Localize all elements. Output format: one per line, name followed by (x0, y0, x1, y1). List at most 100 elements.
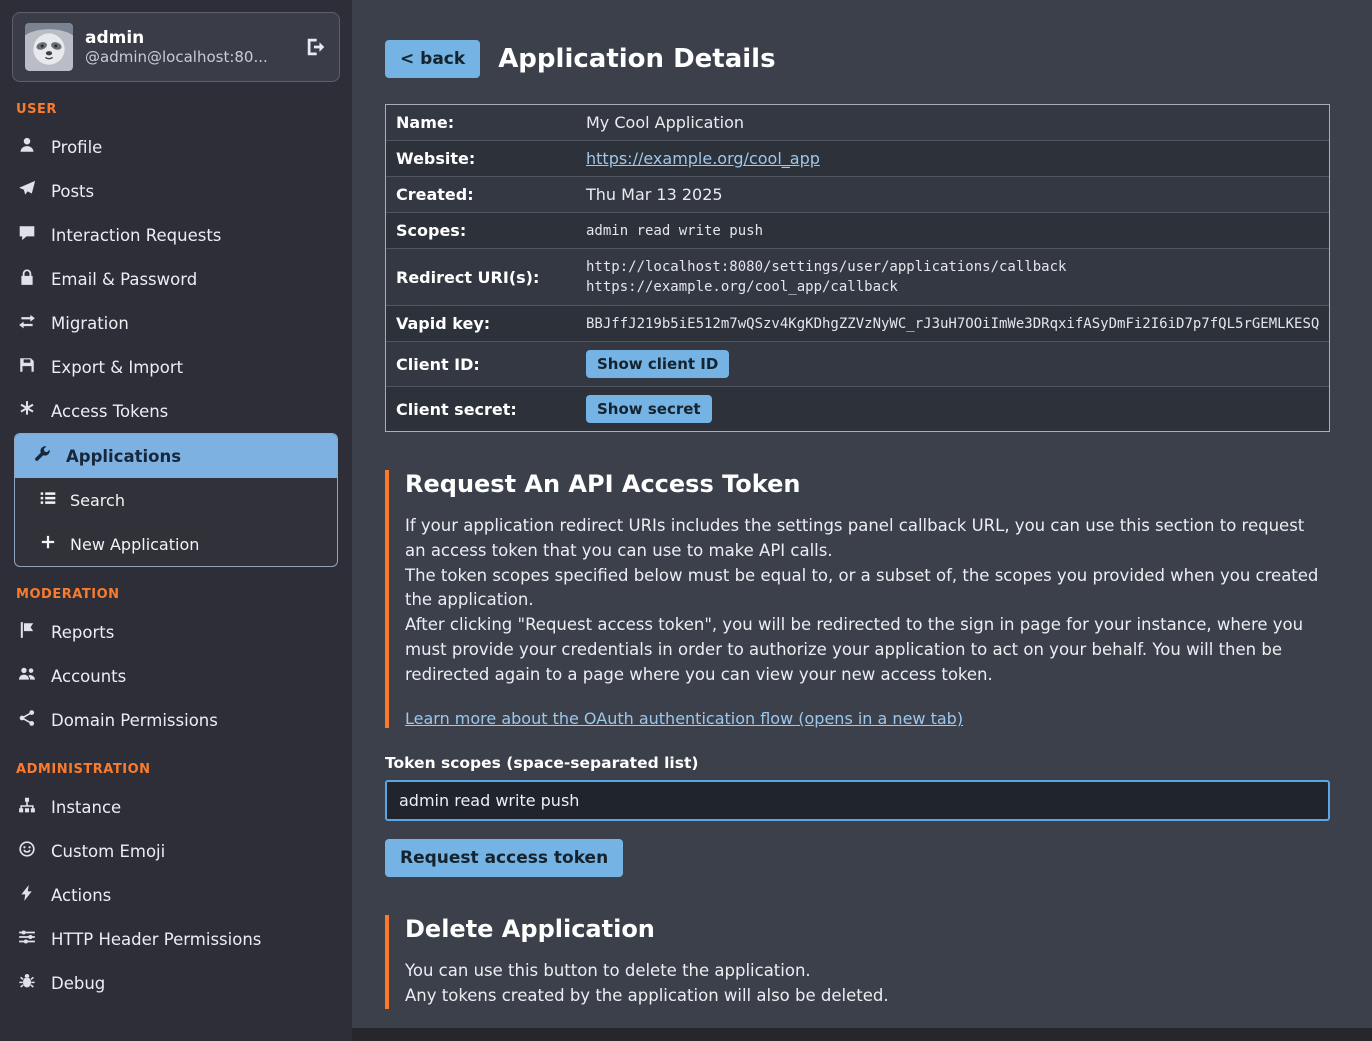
table-row-scopes: Scopes: admin read write push (386, 213, 1329, 249)
person-icon (18, 136, 36, 158)
sidebar-item-new-application[interactable]: New Application (15, 522, 337, 566)
sidebar-item-interaction-requests[interactable]: Interaction Requests (0, 213, 352, 257)
sidebar-item-label: Migration (51, 314, 129, 333)
section-paragraph: After clicking "Request access token", y… (405, 613, 1330, 687)
sidebar-item-posts[interactable]: Posts (0, 169, 352, 213)
show-client-id-button[interactable]: Show client ID (586, 350, 729, 378)
page-title: Application Details (498, 44, 775, 74)
row-value: My Cool Application (576, 105, 1329, 140)
floppy-icon (18, 356, 36, 378)
request-access-token-button[interactable]: Request access token (385, 839, 623, 877)
bolt-icon (18, 884, 36, 906)
sidebar-item-applications-search[interactable]: Search (15, 478, 337, 522)
sidebar-item-label: Accounts (51, 667, 126, 686)
speech-bubble-icon (18, 224, 36, 246)
row-value: admin read write push (576, 215, 1329, 247)
sidebar-item-instance[interactable]: Instance (0, 785, 352, 829)
oauth-docs-link[interactable]: Learn more about the OAuth authenticatio… (405, 709, 963, 728)
sidebar-item-access-tokens[interactable]: Access Tokens (0, 389, 352, 433)
section-user: USER (16, 102, 336, 117)
sidebar-item-debug[interactable]: Debug (0, 961, 352, 1005)
back-button[interactable]: < back (385, 40, 480, 78)
token-scopes-input[interactable] (385, 780, 1330, 821)
wrench-icon (33, 445, 51, 467)
table-row-client-secret: Client secret: Show secret (386, 387, 1329, 431)
lock-icon (18, 268, 36, 290)
main-area: < back Application Details Name: My Cool… (352, 0, 1372, 1041)
token-controls: Token scopes (space-separated list) Requ… (385, 754, 1330, 877)
sidebar-item-label: Interaction Requests (51, 226, 221, 245)
sidebar-item-label: Email & Password (51, 270, 197, 289)
sidebar-item-label: Posts (51, 182, 94, 201)
list-icon (39, 489, 57, 511)
sidebar-item-actions[interactable]: Actions (0, 873, 352, 917)
table-row-client-id: Client ID: Show client ID (386, 342, 1329, 387)
section-moderation: MODERATION (16, 587, 336, 602)
subnav-item-label: Search (70, 491, 125, 510)
sidebar-item-label: Applications (66, 447, 181, 466)
sitemap-icon (18, 796, 36, 818)
website-link[interactable]: https://example.org/cool_app (586, 149, 820, 168)
asterisk-icon (18, 400, 36, 422)
section-title: Delete Application (405, 915, 1330, 943)
sidebar-item-label: Profile (51, 138, 102, 157)
token-scopes-label: Token scopes (space-separated list) (385, 754, 1330, 772)
people-icon (18, 665, 36, 687)
table-row-created: Created: Thu Mar 13 2025 (386, 177, 1329, 213)
sidebar-item-label: Custom Emoji (51, 842, 165, 861)
sidebar-item-label: Export & Import (51, 358, 183, 377)
row-label: Scopes: (386, 213, 576, 248)
sidebar-item-http-header-permissions[interactable]: HTTP Header Permissions (0, 917, 352, 961)
sidebar-item-reports[interactable]: Reports (0, 610, 352, 654)
table-row-redirect-uris: Redirect URI(s): http://localhost:8080/s… (386, 249, 1329, 306)
row-label: Website: (386, 141, 576, 176)
sidebar-item-label: Domain Permissions (51, 711, 218, 730)
sidebar-item-label: Actions (51, 886, 111, 905)
sidebar-item-domain-permissions[interactable]: Domain Permissions (0, 698, 352, 742)
sidebar-item-label: Reports (51, 623, 114, 642)
row-value: BBJffJ219b5iE512m7wQSzv4KgKDhgZZVzNyWC_r… (576, 308, 1329, 340)
logout-icon[interactable] (305, 36, 327, 58)
application-details-table: Name: My Cool Application Website: https… (385, 104, 1330, 432)
redirect-uri: https://example.org/cool_app/callback (586, 277, 1319, 297)
bug-icon (18, 972, 36, 994)
share-nodes-icon (18, 709, 36, 731)
sidebar-item-accounts[interactable]: Accounts (0, 654, 352, 698)
user-handle: @admin@localhost:80... (85, 48, 293, 66)
subnav-item-label: New Application (70, 535, 199, 554)
section-administration: ADMINISTRATION (16, 762, 336, 777)
section-title: Request An API Access Token (405, 470, 1330, 498)
sidebar-item-label: Instance (51, 798, 121, 817)
row-label: Redirect URI(s): (386, 260, 576, 295)
show-secret-button[interactable]: Show secret (586, 395, 712, 423)
user-card[interactable]: admin @admin@localhost:80... (12, 12, 340, 82)
row-label: Created: (386, 177, 576, 212)
section-paragraph: You can use this button to delete the ap… (405, 959, 1330, 984)
request-token-section: Request An API Access Token If your appl… (385, 470, 1330, 728)
avatar (25, 23, 73, 71)
sidebar-item-profile[interactable]: Profile (0, 125, 352, 169)
delete-application-section: Delete Application You can use this butt… (385, 915, 1330, 1009)
row-value: Thu Mar 13 2025 (576, 177, 1329, 212)
section-paragraph: If your application redirect URIs includ… (405, 514, 1330, 564)
sidebar-item-migration[interactable]: Migration (0, 301, 352, 345)
sidebar-item-custom-emoji[interactable]: Custom Emoji (0, 829, 352, 873)
arrows-icon (18, 312, 36, 334)
username: admin (85, 28, 293, 48)
flag-icon (18, 621, 36, 643)
redirect-uri: http://localhost:8080/settings/user/appl… (586, 257, 1319, 277)
row-label: Vapid key: (386, 306, 576, 341)
applications-group: Applications Search New Application (14, 433, 338, 567)
sidebar-item-applications[interactable]: Applications (15, 434, 337, 478)
main-panel: < back Application Details Name: My Cool… (352, 0, 1372, 1028)
section-paragraph: The token scopes specified below must be… (405, 564, 1330, 614)
sidebar-item-label: Access Tokens (51, 402, 168, 421)
table-row-vapid-key: Vapid key: BBJffJ219b5iE512m7wQSzv4KgKDh… (386, 306, 1329, 342)
sidebar: admin @admin@localhost:80... USER Profil… (0, 0, 352, 1041)
sidebar-item-email-password[interactable]: Email & Password (0, 257, 352, 301)
sidebar-item-label: HTTP Header Permissions (51, 930, 261, 949)
plus-icon (39, 533, 57, 555)
table-row-name: Name: My Cool Application (386, 105, 1329, 141)
paper-plane-icon (18, 180, 36, 202)
sidebar-item-export-import[interactable]: Export & Import (0, 345, 352, 389)
